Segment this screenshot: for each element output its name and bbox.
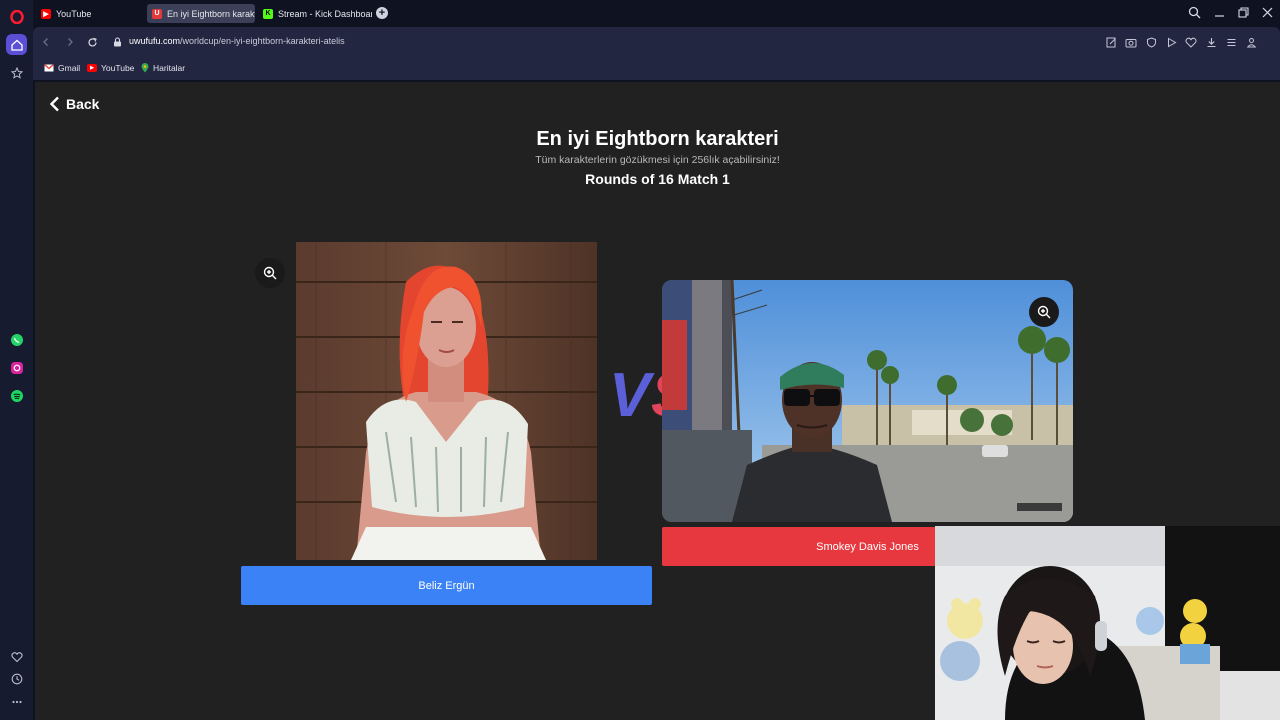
webcam-overlay	[935, 526, 1280, 720]
heart-icon[interactable]	[1184, 35, 1198, 49]
new-tab-plus-icon[interactable]: +	[376, 7, 388, 19]
youtube-icon: ▶	[41, 8, 51, 19]
search-tabs-icon[interactable]	[1188, 6, 1201, 24]
lock-icon[interactable]	[110, 35, 124, 49]
gmail-icon	[44, 64, 54, 72]
minimize-icon[interactable]	[1213, 6, 1226, 24]
maps-icon	[141, 63, 149, 73]
edit-page-icon[interactable]	[1104, 35, 1118, 49]
page-subtitle: Tüm karakterlerin gözükmesi için 256lık …	[535, 154, 780, 166]
url-field[interactable]: uwufufu.com/worldcup/en-iyi-eightborn-ka…	[129, 36, 345, 46]
round-indicator: Rounds of 16 Match 1	[585, 171, 730, 187]
shield-icon[interactable]	[1144, 35, 1158, 49]
bookmark-gmail[interactable]: Gmail	[44, 63, 80, 73]
home-icon[interactable]	[6, 34, 27, 55]
browser-sidebar	[0, 0, 33, 720]
profile-icon[interactable]	[1244, 35, 1258, 49]
left-choice-image[interactable]	[296, 242, 597, 560]
bookmark-label: Haritalar	[153, 63, 186, 73]
menu-icon[interactable]	[1224, 35, 1238, 49]
instagram-icon[interactable]	[6, 357, 27, 378]
right-choice-image[interactable]	[662, 280, 1073, 522]
bookmark-label: YouTube	[101, 63, 135, 73]
tab-uwufufu[interactable]: U En iyi Eightborn karakteri	[147, 4, 255, 23]
star-icon[interactable]	[6, 62, 27, 83]
tab-label: Stream - Kick Dashboard	[278, 8, 372, 19]
player-icon[interactable]	[1164, 35, 1178, 49]
chevron-left-icon	[49, 96, 59, 112]
url-path: /worldcup/en-iyi-eightborn-karakteri-ate…	[180, 36, 345, 46]
more-icon[interactable]	[6, 691, 27, 712]
url-host: uwufufu.com	[129, 36, 181, 46]
vs-v-letter: V	[609, 361, 655, 430]
tab-label: YouTube	[56, 8, 92, 19]
right-zoom-icon[interactable]	[1029, 297, 1059, 327]
uwufufu-icon: U	[152, 8, 162, 19]
close-window-icon[interactable]	[1261, 6, 1274, 24]
forward-arrow-icon[interactable]	[63, 35, 77, 49]
tab-label: En iyi Eightborn karakteri	[167, 8, 255, 19]
spotify-icon[interactable]	[6, 385, 27, 406]
download-icon[interactable]	[1204, 35, 1218, 49]
tab-youtube[interactable]: ▶ YouTube	[36, 4, 144, 23]
camera-icon[interactable]	[1124, 35, 1138, 49]
restore-icon[interactable]	[1237, 6, 1250, 24]
heart-icon[interactable]	[6, 646, 27, 667]
page-title: En iyi Eightborn karakteri	[536, 128, 779, 150]
bookmarks-bar: Gmail ▶ YouTube Haritalar	[33, 57, 1280, 80]
opera-logo-icon[interactable]	[6, 6, 27, 27]
whatsapp-icon[interactable]	[6, 329, 27, 350]
left-choice-button[interactable]: Beliz Ergün	[241, 566, 652, 605]
history-icon[interactable]	[6, 668, 27, 689]
left-zoom-icon[interactable]	[255, 258, 285, 288]
tab-strip: ▶ YouTube U En iyi Eightborn karakteri K…	[33, 0, 1280, 27]
back-arrow-icon[interactable]	[39, 35, 53, 49]
youtube-icon: ▶	[87, 64, 97, 72]
bookmark-label: Gmail	[58, 63, 81, 73]
address-toolbar: uwufufu.com/worldcup/en-iyi-eightborn-ka…	[33, 27, 1280, 57]
kick-icon: K	[263, 8, 273, 19]
tab-kick[interactable]: K Stream - Kick Dashboard	[258, 4, 372, 23]
bookmark-haritalar[interactable]: Haritalar	[141, 63, 185, 73]
back-label: Back	[66, 96, 100, 112]
bookmark-youtube[interactable]: ▶ YouTube	[87, 63, 134, 73]
reload-icon[interactable]	[85, 35, 99, 49]
back-button[interactable]: Back	[49, 96, 99, 112]
